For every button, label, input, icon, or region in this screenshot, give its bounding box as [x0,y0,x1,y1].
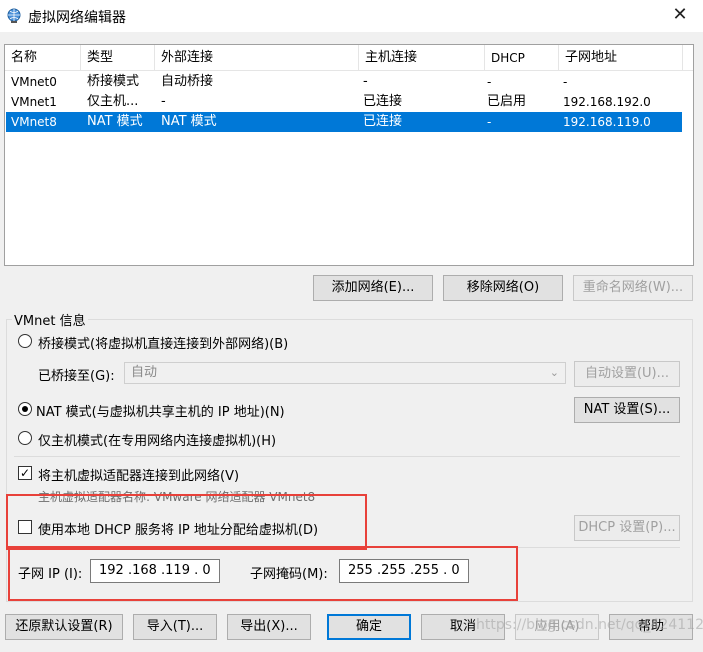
nat-settings-button[interactable]: NAT 设置(S)... [574,397,680,423]
column-header-subnet[interactable]: 子网地址 [559,45,683,71]
bridged-to-select[interactable]: 自动 ⌄ [124,362,566,384]
column-header-dhcp[interactable]: DHCP [485,45,559,71]
nat-mode-label: NAT 模式(与虚拟机共享主机的 IP 地址)(N) [36,405,285,420]
connect-adapter-checkbox[interactable]: ✓ [18,466,32,480]
cell-host: - [363,74,368,89]
divider [14,456,680,457]
connect-adapter-label: 将主机虚拟适配器连接到此网络(V) [38,469,240,484]
window-title: 虚拟网络编辑器 [28,10,126,26]
cell-dhcp: - [487,75,492,89]
network-list[interactable]: 名称 类型 外部连接 主机连接 DHCP 子网地址 VMnet0 桥接模式 自动… [4,44,694,266]
import-button[interactable]: 导入(T)... [133,614,217,640]
cell-type: NAT 模式 [87,114,143,129]
chevron-down-icon: ⌄ [549,366,559,379]
bridged-mode-label: 桥接模式(将虚拟机直接连接到外部网络)(B) [38,337,289,352]
dhcp-settings-button[interactable]: DHCP 设置(P)... [574,515,680,541]
title-bar: 虚拟网络编辑器 ✕ [0,0,703,32]
restore-defaults-button[interactable]: 还原默认设置(R) [5,614,123,640]
cell-host: 已连接 [363,114,403,129]
bridged-to-label: 已桥接至(G): [38,369,115,384]
list-header: 名称 类型 外部连接 主机连接 DHCP 子网地址 [5,45,693,71]
column-header-external[interactable]: 外部连接 [155,45,359,71]
annotation-box [6,494,367,550]
auto-settings-button[interactable]: 自动设置(U)... [574,361,680,387]
cell-subnet: 192.168.119.0 [563,115,651,129]
close-icon[interactable]: ✕ [657,0,703,32]
ok-button[interactable]: 确定 [327,614,411,640]
cell-name: VMnet8 [11,115,57,129]
cell-host: 已连接 [363,94,403,109]
column-header-type[interactable]: 类型 [81,45,155,71]
cell-external: - [161,94,166,109]
remove-network-button[interactable]: 移除网络(O) [443,275,563,301]
host-only-radio[interactable] [18,431,32,445]
annotation-box [8,546,518,601]
nat-mode-radio[interactable] [18,402,32,416]
table-row-selected[interactable]: VMnet8 NAT 模式 NAT 模式 已连接 - 192.168.119.0 [6,112,682,132]
table-row[interactable]: VMnet0 桥接模式 自动桥接 - - - [6,72,682,92]
cell-dhcp: - [487,115,492,129]
cell-dhcp: 已启用 [487,94,527,109]
cell-type: 仅主机... [87,94,139,109]
help-button[interactable]: 帮助 [609,614,693,640]
cell-subnet: 192.168.192.0 [563,95,651,109]
bridged-to-value: 自动 [131,365,158,380]
cell-type: 桥接模式 [87,74,140,89]
vmnet-info-title: VMnet 信息 [12,310,88,329]
cell-external: 自动桥接 [161,74,214,89]
rename-network-button[interactable]: 重命名网络(W)... [573,275,693,301]
cell-name: VMnet0 [11,75,57,89]
network-globe-icon [7,8,21,23]
cell-external: NAT 模式 [161,114,217,129]
add-network-button[interactable]: 添加网络(E)... [313,275,433,301]
cancel-button[interactable]: 取消 [421,614,505,640]
export-button[interactable]: 导出(X)... [227,614,311,640]
column-header-name[interactable]: 名称 [5,45,81,71]
cell-name: VMnet1 [11,95,57,109]
cell-subnet: - [563,75,568,89]
apply-button[interactable]: 应用(A) [515,614,599,640]
column-header-host[interactable]: 主机连接 [359,45,485,71]
bridged-mode-radio[interactable] [18,334,32,348]
host-only-label: 仅主机模式(在专用网络内连接虚拟机)(H) [38,434,277,449]
table-row[interactable]: VMnet1 仅主机... - 已连接 已启用 192.168.192.0 [6,92,682,112]
